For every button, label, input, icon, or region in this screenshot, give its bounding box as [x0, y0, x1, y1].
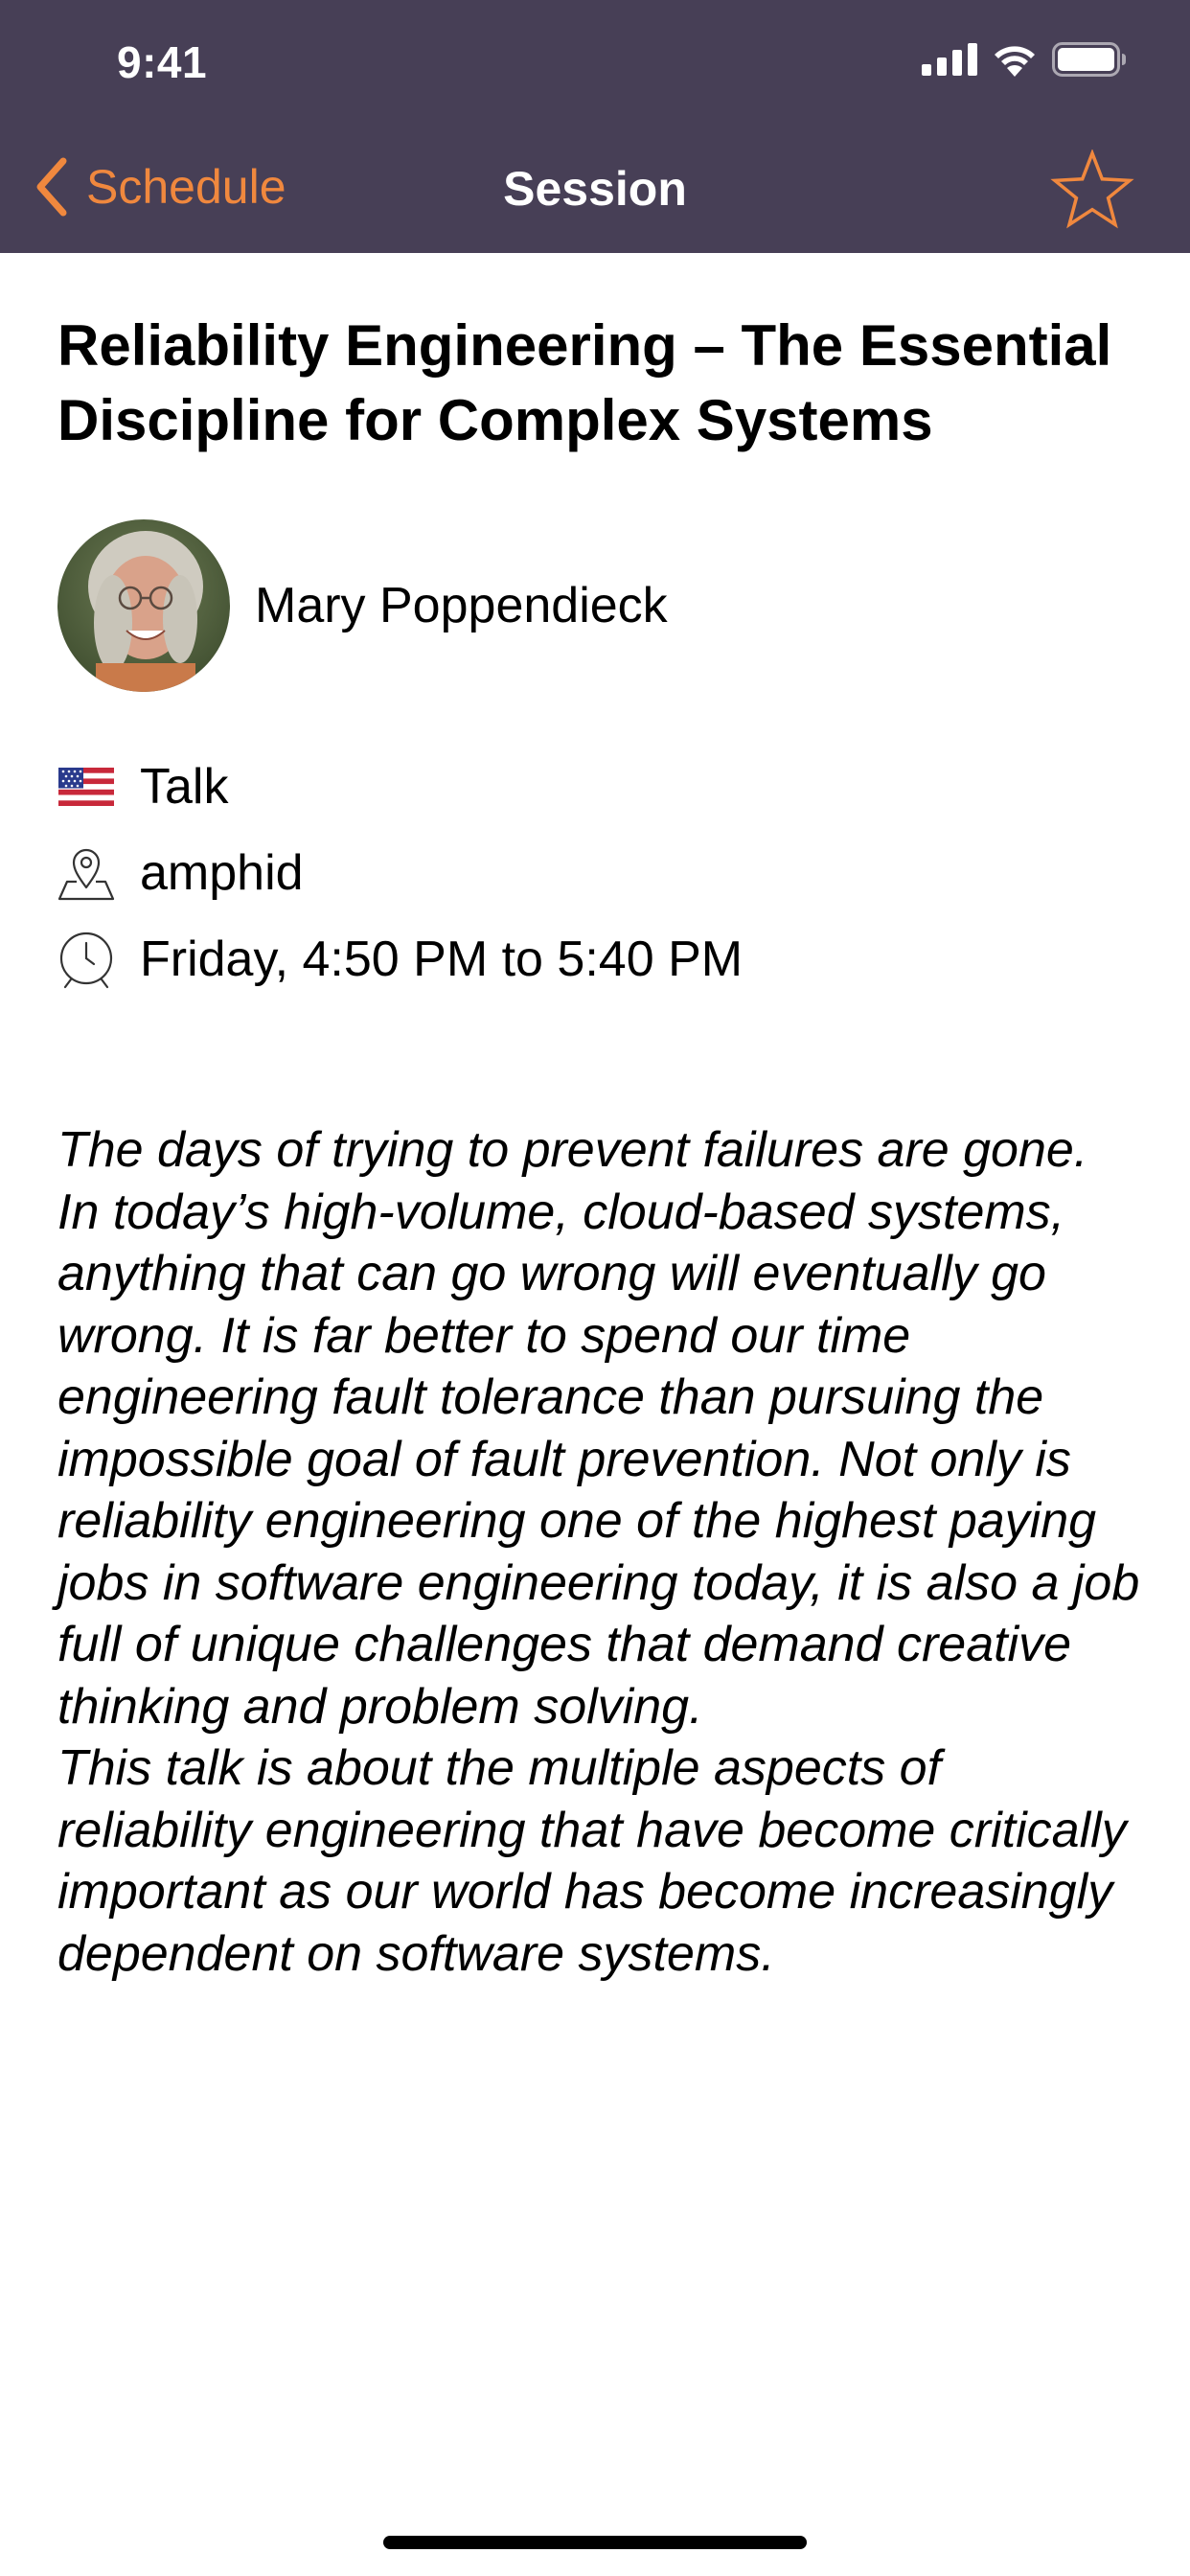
favorite-button[interactable]	[1050, 150, 1134, 230]
abstract-paragraph: This talk is about the multiple aspects …	[57, 1740, 1127, 1982]
status-icons	[922, 42, 1127, 77]
session-detail: Reliability Engineering – The Essential …	[57, 253, 1140, 1985]
clock-icon	[57, 931, 115, 989]
back-button-label: Schedule	[86, 160, 286, 214]
wifi-icon	[991, 42, 1039, 77]
session-format: Talk	[57, 744, 1140, 830]
session-time-label: Friday, 4:50 PM to 5:40 PM	[140, 932, 744, 987]
star-outline-icon	[1050, 150, 1134, 230]
speaker-row[interactable]: Mary Poppendieck	[57, 519, 1140, 692]
session-room-label: amphid	[140, 845, 304, 901]
session-meta: Talk amphid Friday, 4:50 PM to 5:40 PM	[57, 744, 1140, 1002]
battery-icon	[1052, 42, 1127, 77]
avatar	[57, 519, 230, 692]
session-title: Reliability Engineering – The Essential …	[57, 313, 1112, 452]
back-button[interactable]: Schedule	[34, 157, 286, 217]
location-pin-icon	[57, 844, 115, 902]
cellular-signal-icon	[922, 43, 977, 76]
session-time: Friday, 4:50 PM to 5:40 PM	[57, 916, 1140, 1002]
speaker-name: Mary Poppendieck	[255, 578, 668, 633]
chevron-left-icon	[34, 157, 69, 217]
top-bar: 9:41 Schedule Session	[0, 0, 1190, 253]
status-time: 9:41	[117, 37, 208, 87]
home-indicator[interactable]	[383, 2536, 807, 2549]
abstract-paragraph: The days of trying to prevent failures a…	[57, 1122, 1140, 1735]
us-flag-icon	[57, 758, 115, 816]
session-abstract: The days of trying to prevent failures a…	[57, 1119, 1140, 1985]
session-room: amphid	[57, 830, 1140, 916]
session-format-label: Talk	[140, 759, 229, 815]
